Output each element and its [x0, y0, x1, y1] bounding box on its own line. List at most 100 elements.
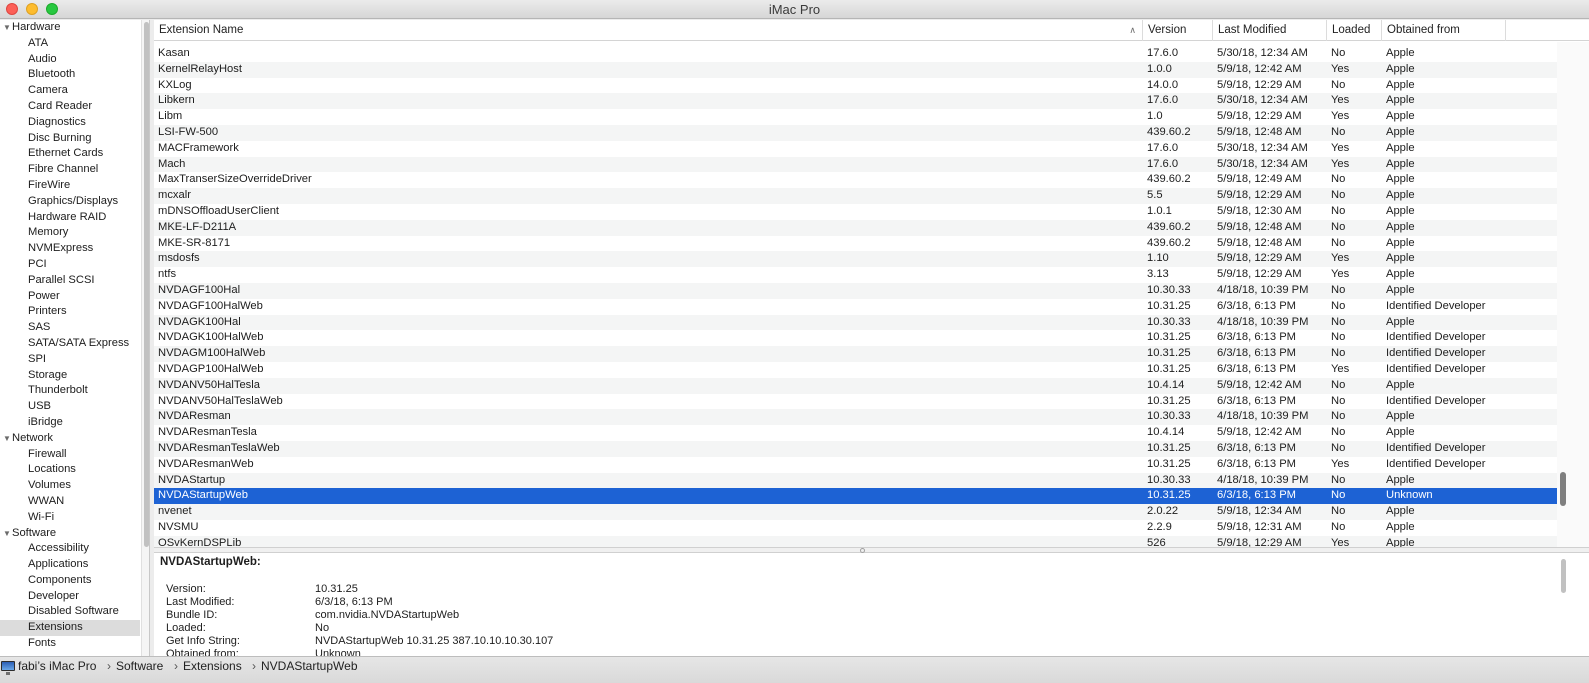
table-row[interactable]: nvenet 2.0.22 5/9/18, 12:34 AM No Apple: [154, 504, 1557, 520]
table-row[interactable]: NVDAGF100HalWeb 10.31.25 6/3/18, 6:13 PM No…: [154, 299, 1557, 315]
sidebar-item-disc-burning[interactable]: Disc Burning: [0, 131, 140, 147]
disclosure-triangle-icon[interactable]: ▼: [3, 526, 12, 542]
column-header-version[interactable]: Version: [1143, 20, 1213, 41]
cell-last-modified: 5/9/18, 12:42 AM: [1217, 378, 1302, 391]
table-row[interactable]: msdosfs 1.10 5/9/18, 12:29 AM Yes Apple: [154, 251, 1557, 268]
sidebar-item-applications[interactable]: Applications: [0, 557, 140, 573]
table-row[interactable]: NVDAResmanTesla 10.4.14 5/9/18, 12:42 AM No…: [154, 425, 1557, 441]
column-header-obtained-from[interactable]: Obtained from: [1382, 20, 1506, 41]
sidebar-item-firewire[interactable]: FireWire: [0, 178, 140, 194]
table-row[interactable]: KernelRelayHost 1.0.0 5/9/18, 12:42 AM Yes A…: [154, 61, 1557, 78]
table-row[interactable]: NVDAResmanTeslaWeb 10.31.25 6/3/18, 6:13 P…: [154, 440, 1557, 457]
detail-scrollbar-thumb[interactable]: [1561, 559, 1566, 593]
disclosure-triangle-icon[interactable]: ▼: [3, 431, 12, 447]
table-row[interactable]: NVDAGP100HalWeb 10.31.25 6/3/18, 6:13 PM Ye…: [154, 362, 1557, 378]
cell-obtained-from: Unknown: [1386, 489, 1433, 502]
table-row[interactable]: NVDANV50HalTesla 10.4.14 5/9/18, 12:42 AM N…: [154, 377, 1557, 394]
sidebar-item-hardware-raid[interactable]: Hardware RAID: [0, 210, 140, 226]
table-row[interactable]: NVDAGF100Hal 10.30.33 4/18/18, 10:39 PM No A…: [154, 282, 1557, 299]
sidebar-item-locations[interactable]: Locations: [0, 462, 140, 478]
sidebar-item-volumes[interactable]: Volumes: [0, 478, 140, 494]
sidebar-item-camera[interactable]: Camera: [0, 83, 140, 99]
sidebar-item-firewall[interactable]: Firewall: [0, 447, 140, 463]
column-header-last-modified[interactable]: Last Modified: [1213, 20, 1327, 41]
sidebar-item-sas[interactable]: SAS: [0, 320, 140, 336]
table-row[interactable]: Libm 1.0 5/9/18, 12:29 AM Yes Apple: [154, 109, 1557, 125]
sidebar-scrollbar-thumb[interactable]: [144, 22, 149, 547]
detail-field: Get Info String: NVDAStartupWeb 10.31.25 …: [166, 635, 1066, 648]
sidebar-category-software[interactable]: ▼Software: [0, 526, 140, 542]
sidebar-item-audio[interactable]: Audio: [0, 52, 140, 68]
table-header: Extension Name ∧ Version Last Modified L…: [154, 20, 1589, 41]
sidebar-item-thunderbolt[interactable]: Thunderbolt: [0, 383, 140, 399]
sidebar-item-graphics-displays[interactable]: Graphics/Displays: [0, 194, 140, 210]
cell-name: NVSMU: [158, 520, 199, 533]
table-row[interactable]: NVDAResmanWeb 10.31.25 6/3/18, 6:13 PM Yes I…: [154, 457, 1557, 473]
sidebar-item-wwan[interactable]: WWAN: [0, 494, 140, 510]
sidebar-item-ibridge[interactable]: iBridge: [0, 415, 140, 431]
cell-last-modified: 4/18/18, 10:39 PM: [1217, 473, 1309, 486]
sidebar-item-accessibility[interactable]: Accessibility: [0, 541, 140, 557]
sidebar-item-developer[interactable]: Developer: [0, 589, 140, 605]
cell-loaded: No: [1331, 47, 1346, 59]
table-scrollbar-thumb[interactable]: [1560, 472, 1566, 506]
cell-version: 526: [1147, 536, 1166, 547]
table-row[interactable]: OSvKernDSPLib 526 5/9/18, 12:29 AM Yes Apple: [154, 535, 1557, 547]
sidebar-item-ethernet-cards[interactable]: Ethernet Cards: [0, 146, 140, 162]
table-row[interactable]: KXLog 14.0.0 5/9/18, 12:29 AM No Apple: [154, 78, 1557, 94]
table-row[interactable]: MKE-SR-8171 439.60.2 5/9/18, 12:48 AM No App…: [154, 236, 1557, 252]
sidebar-item-power[interactable]: Power: [0, 289, 140, 305]
table-row[interactable]: NVDAGK100Hal 10.30.33 4/18/18, 10:39 PM No A…: [154, 314, 1557, 331]
table-row[interactable]: NVDAGM100HalWeb 10.31.25 6/3/18, 6:13 PM No…: [154, 346, 1557, 362]
table-row[interactable]: mcxalr 5.5 5/9/18, 12:29 AM No Apple: [154, 188, 1557, 204]
table-row[interactable]: Mach 17.6.0 5/30/18, 12:34 AM Yes Apple: [154, 156, 1557, 173]
table-row[interactable]: ntfs 3.13 5/9/18, 12:29 AM Yes Apple: [154, 267, 1557, 283]
sidebar-item-printers[interactable]: Printers: [0, 304, 140, 320]
sidebar-item-extensions[interactable]: Extensions: [0, 620, 140, 637]
table-row[interactable]: NVDAResman 10.30.33 4/18/18, 10:39 PM No App…: [154, 409, 1557, 426]
breadcrumb-extensions[interactable]: Extensions: [183, 659, 242, 673]
sidebar-category-hardware[interactable]: ▼Hardware: [0, 20, 140, 36]
table-row[interactable]: NVDAGK100HalWeb 10.31.25 6/3/18, 6:13 PM No…: [154, 330, 1557, 346]
table-row[interactable]: NVSMU 2.2.9 5/9/18, 12:31 AM No Apple: [154, 520, 1557, 536]
breadcrumb-item[interactable]: NVDAStartupWeb: [261, 659, 358, 673]
sidebar-item-components[interactable]: Components: [0, 573, 140, 589]
column-header-loaded[interactable]: Loaded: [1327, 20, 1382, 41]
sidebar-item-bluetooth[interactable]: Bluetooth: [0, 67, 140, 83]
table-row[interactable]: NVDANV50HalTeslaWeb 10.31.25 6/3/18, 6:13 …: [154, 394, 1557, 410]
sidebar-item-nvmexpress[interactable]: NVMExpress: [0, 241, 140, 257]
sidebar-item-fonts[interactable]: Fonts: [0, 636, 140, 652]
sidebar-item-sata-sata-express[interactable]: SATA/SATA Express: [0, 336, 140, 352]
disclosure-triangle-icon[interactable]: ▼: [3, 20, 12, 36]
breadcrumb-software[interactable]: Software: [116, 659, 163, 673]
sidebar-item-pci[interactable]: PCI: [0, 257, 140, 273]
sidebar-item-disabled-software[interactable]: Disabled Software: [0, 604, 140, 620]
sidebar-item-ata[interactable]: ATA: [0, 36, 140, 52]
table-row[interactable]: Kasan 17.6.0 5/30/18, 12:34 AM No Apple: [154, 46, 1557, 62]
column-header-name[interactable]: Extension Name ∧: [154, 20, 1143, 41]
sidebar-item-wi-fi[interactable]: Wi-Fi: [0, 510, 140, 526]
sidebar-scrollbar[interactable]: [141, 20, 149, 656]
cell-version: 10.30.33: [1147, 315, 1191, 328]
sidebar-item-spi[interactable]: SPI: [0, 352, 140, 368]
table-row[interactable]: MKE-LF-D211A 439.60.2 5/9/18, 12:48 AM No Ap…: [154, 219, 1557, 236]
table-row[interactable]: MaxTranserSizeOverrideDriver 439.60.2 5/9/…: [154, 172, 1557, 188]
table-row[interactable]: NVDAStartupWeb 10.31.25 6/3/18, 6:13 PM No U…: [154, 488, 1557, 505]
sidebar-item-diagnostics[interactable]: Diagnostics: [0, 115, 140, 131]
table-row[interactable]: LSI-FW-500 439.60.2 5/9/18, 12:48 AM No Appl…: [154, 124, 1557, 141]
sidebar-item-parallel-scsi[interactable]: Parallel SCSI: [0, 273, 140, 289]
sidebar-item-usb[interactable]: USB: [0, 399, 140, 415]
sidebar-item-storage[interactable]: Storage: [0, 368, 140, 384]
cell-version: 10.31.25: [1147, 331, 1191, 344]
cell-obtained-from: Apple: [1386, 252, 1415, 265]
sidebar-item-fibre-channel[interactable]: Fibre Channel: [0, 162, 140, 178]
sidebar-item-card-reader[interactable]: Card Reader: [0, 99, 140, 115]
table-row[interactable]: Libkern 17.6.0 5/30/18, 12:34 AM Yes Apple: [154, 93, 1557, 110]
table-row[interactable]: mDNSOffloadUserClient 1.0.1 5/9/18, 12:30 …: [154, 204, 1557, 220]
sidebar-item-memory[interactable]: Memory: [0, 225, 140, 241]
breadcrumb-computer[interactable]: fabi’s iMac Pro: [18, 659, 96, 673]
sidebar-category-network[interactable]: ▼Network: [0, 431, 140, 447]
detail-title: NVDAStartupWeb:: [160, 556, 261, 568]
table-row[interactable]: MACFramework 17.6.0 5/30/18, 12:34 AM Yes Ap…: [154, 141, 1557, 157]
table-row[interactable]: NVDAStartup 10.30.33 4/18/18, 10:39 PM No Ap…: [154, 472, 1557, 489]
